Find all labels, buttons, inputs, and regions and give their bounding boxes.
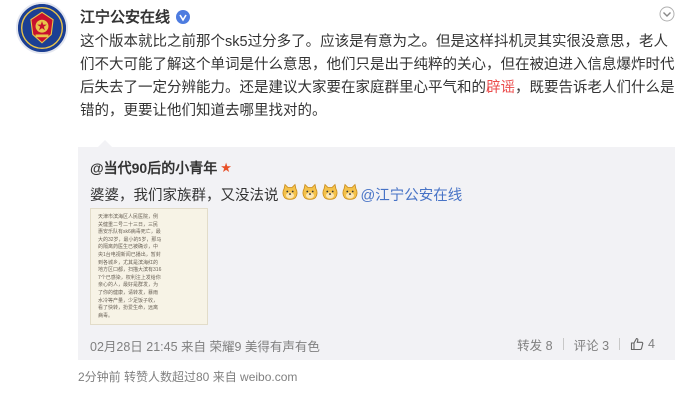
doge-emoji-icon xyxy=(321,183,339,201)
repost-meta[interactable]: 02月28日 21:45 来自 荣耀9 美得有声有色 xyxy=(90,336,320,355)
repost-box: @当代90后的小青年 ★ 婆婆，我们家族群，又没法说 @江宁公安在线 天津市滨海… xyxy=(78,147,675,360)
weibo-post-card: 江宁公安在线 这个版本就比之前那个sk5过分多了。应该是有意为之。但是这样抖机灵… xyxy=(0,0,691,406)
repost-actions: 转发 8 评论 3 4 xyxy=(507,334,665,354)
star-icon: ★ xyxy=(220,160,232,175)
post-author-row: 江宁公安在线 xyxy=(80,6,191,27)
mention-link[interactable]: @江宁公安在线 xyxy=(361,184,463,205)
doge-emoji-icon xyxy=(281,183,299,201)
repost-footer: 02月28日 21:45 来自 荣耀9 美得有声有色 转发 8 评论 3 4 xyxy=(90,334,665,354)
verified-badge-icon xyxy=(176,9,191,24)
doge-emoji-icon xyxy=(341,183,359,201)
repost-text-row: 婆婆，我们家族群，又没法说 @江宁公安在线 xyxy=(90,183,462,205)
police-emblem-icon xyxy=(18,4,66,52)
thumbs-up-icon xyxy=(630,337,644,351)
repost-image-thumbnail[interactable]: 天津市滨海区人民医院，例关健重二号二十三日，三民惠安乐队有sk6病毒死亡，最大的… xyxy=(90,208,208,325)
post-footer: 2分钟前 转赞人数超过80 来自 weibo.com xyxy=(78,370,298,384)
thumbnail-text: 天津市滨海区人民医院，例关健重二号二十三日，三民惠安乐队有sk6病毒死亡，最大的… xyxy=(98,214,162,319)
like-count: 4 xyxy=(648,337,655,351)
police-badge-avatar[interactable] xyxy=(16,2,68,54)
repost-text: 婆婆，我们家族群，又没法说 xyxy=(90,187,279,204)
doge-emoji-icon xyxy=(301,183,319,201)
post-author-name[interactable]: 江宁公安在线 xyxy=(80,6,170,27)
comment-button[interactable]: 评论 3 xyxy=(564,334,619,354)
post-text: 这个版本就比之前那个sk5过分多了。应该是有意为之。但是这样抖机灵其实很没意思，… xyxy=(80,31,676,123)
emoji-group xyxy=(279,183,359,205)
chevron-down-icon[interactable] xyxy=(659,6,675,22)
repost-author-name[interactable]: @当代90后的小青年 xyxy=(90,158,217,178)
like-button[interactable]: 4 xyxy=(620,334,665,354)
forward-button[interactable]: 转发 8 xyxy=(507,334,562,354)
repost-arrow xyxy=(98,140,112,147)
repost-author-row: @当代90后的小青年 ★ xyxy=(90,158,232,178)
hashtag-highlight-link[interactable]: 辟谣 xyxy=(486,80,515,96)
